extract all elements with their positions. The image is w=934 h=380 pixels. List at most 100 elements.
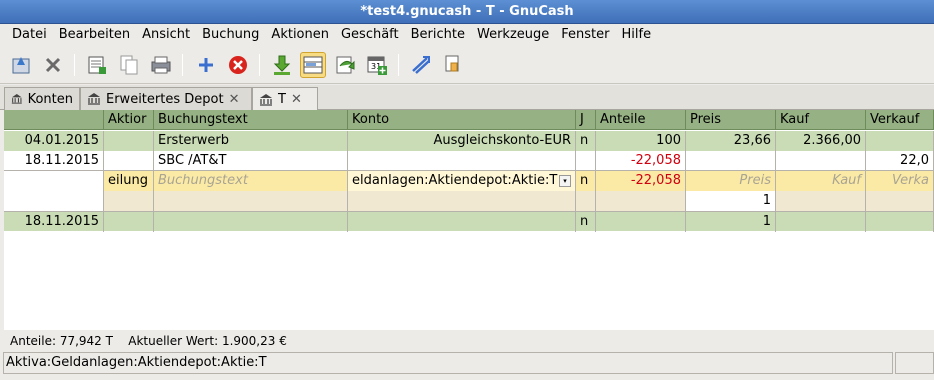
cell-shares[interactable]: -22,058 [596, 151, 686, 171]
save-icon[interactable] [8, 52, 34, 78]
cell-reconciled[interactable]: n [576, 131, 596, 151]
value-label: Aktueller Wert: [128, 334, 219, 348]
duplicate-icon[interactable] [84, 52, 110, 78]
cell-reconciled[interactable]: n [576, 171, 596, 191]
cell-action[interactable] [104, 151, 154, 171]
menu-geschaeft[interactable]: Geschäft [335, 24, 405, 46]
tab-t-label: T [278, 92, 286, 107]
register-header: Aktior Buchungstext Konto J Anteile Prei… [4, 110, 934, 130]
shares-value: 77,942 T [59, 334, 113, 348]
tab-erweitertes-depot[interactable]: Erweitertes Depot ✕ [80, 87, 252, 110]
tab-konten-label: Konten [27, 91, 73, 107]
bank-icon [11, 94, 22, 104]
combo-dropdown-icon[interactable]: ▾ [559, 175, 571, 187]
reconcile-icon[interactable] [408, 52, 434, 78]
summary-bar: Anteile: 77,942 T Aktueller Wert: 1.900,… [10, 334, 287, 348]
table-row[interactable]: 04.01.2015 Ersterwerb Ausgleichskonto-EU… [4, 131, 934, 151]
cell-account[interactable]: Ausgleichskonto-EUR [348, 131, 576, 151]
print-icon[interactable] [148, 52, 174, 78]
cell-shares[interactable] [596, 212, 686, 232]
cell-shares[interactable]: -22,058 [596, 171, 686, 191]
enter-icon[interactable] [269, 52, 295, 78]
close-tab-icon[interactable]: ✕ [291, 92, 302, 107]
cell-price[interactable]: 23,66 [686, 131, 776, 151]
menu-werkzeuge[interactable]: Werkzeuge [471, 24, 555, 46]
cell-action[interactable] [104, 212, 154, 232]
header-reconciled: J [576, 110, 596, 130]
cell-date[interactable] [4, 191, 104, 211]
menu-berichte[interactable]: Berichte [405, 24, 471, 46]
table-row-active[interactable]: eilung Buchungstext eldanlagen:Aktiendep… [4, 171, 934, 191]
cell-action[interactable] [104, 191, 154, 211]
menu-buchung[interactable]: Buchung [196, 24, 265, 46]
cell-date[interactable]: 04.01.2015 [4, 131, 104, 151]
account-combo-text[interactable]: eldanlagen:Aktiendepot:Aktie:T [352, 173, 557, 188]
schedule-icon[interactable]: 31 [364, 52, 390, 78]
cell-description[interactable]: Buchungstext [154, 171, 348, 191]
cell-buy[interactable] [776, 151, 866, 171]
menu-hilfe[interactable]: Hilfe [616, 24, 658, 46]
statusbar: Aktiva:Geldanlagen:Aktiendepot:Aktie:T [0, 351, 934, 375]
add-icon[interactable] [193, 52, 219, 78]
cell-shares[interactable] [596, 191, 686, 211]
cell-date[interactable]: 18.11.2015 [4, 151, 104, 171]
copy-icon[interactable] [116, 52, 142, 78]
status-text: Aktiva:Geldanlagen:Aktiendepot:Aktie:T [3, 352, 893, 374]
cell-price[interactable] [686, 151, 776, 171]
tab-konten[interactable]: Konten [4, 87, 80, 110]
cell-description[interactable]: Ersterwerb [154, 131, 348, 151]
cell-date[interactable] [4, 171, 104, 191]
account-combo[interactable]: eldanlagen:Aktiendepot:Aktie:T ▾ [348, 171, 576, 191]
split-icon[interactable] [300, 52, 326, 78]
table-row[interactable]: 18.11.2015 SBC /AT&T -22,058 22,0 [4, 151, 934, 171]
value-value: 1.900,23 € [221, 334, 287, 348]
cell-price[interactable]: Preis [686, 171, 776, 191]
cell-account[interactable] [348, 191, 576, 211]
menu-aktionen[interactable]: Aktionen [265, 24, 335, 46]
table-row[interactable]: 18.11.2015 n 1 [4, 211, 934, 232]
cell-buy[interactable]: Kauf [776, 171, 866, 191]
toolbar: 31 [0, 46, 934, 84]
cell-shares[interactable]: 100 [596, 131, 686, 151]
cell-sell[interactable] [866, 191, 934, 211]
cell-reconciled[interactable] [576, 151, 596, 171]
jump-icon[interactable] [332, 52, 358, 78]
cell-buy[interactable] [776, 191, 866, 211]
table-row[interactable]: 1 [4, 191, 934, 211]
cell-description[interactable]: SBC /AT&T [154, 151, 348, 171]
tab-erweitertes-depot-label: Erweitertes Depot [106, 91, 224, 107]
menu-bearbeiten[interactable]: Bearbeiten [53, 24, 136, 46]
cell-price[interactable]: 1 [686, 212, 776, 232]
cell-buy[interactable]: 2.366,00 [776, 131, 866, 151]
header-description: Buchungstext [154, 110, 348, 130]
cell-sell[interactable] [866, 131, 934, 151]
cell-price[interactable]: 1 [686, 191, 776, 211]
resize-grip[interactable] [895, 352, 934, 374]
cell-sell[interactable]: Verka [866, 171, 934, 191]
close-tab-icon[interactable]: ✕ [229, 92, 240, 107]
delete-icon[interactable] [225, 52, 251, 78]
cell-sell[interactable]: 22,0 [866, 151, 934, 171]
header-date [4, 110, 104, 130]
cell-reconciled[interactable]: n [576, 212, 596, 232]
close-icon[interactable] [40, 52, 66, 78]
header-price: Preis [686, 110, 776, 130]
header-action: Aktior [104, 110, 154, 130]
cell-action[interactable]: eilung [104, 171, 154, 191]
cell-account[interactable] [348, 212, 576, 232]
cell-description[interactable] [154, 212, 348, 232]
tab-t[interactable]: T ✕ [252, 87, 318, 111]
cell-buy[interactable] [776, 212, 866, 232]
cell-sell[interactable] [866, 212, 934, 232]
cell-action[interactable] [104, 131, 154, 151]
menu-datei[interactable]: Datei [6, 24, 53, 46]
menu-ansicht[interactable]: Ansicht [136, 24, 196, 46]
cell-description[interactable] [154, 191, 348, 211]
cell-reconciled[interactable] [576, 191, 596, 211]
cell-date[interactable]: 18.11.2015 [4, 212, 104, 232]
bank-icon [88, 93, 100, 105]
bank-icon [260, 93, 272, 106]
transfer-icon[interactable] [440, 52, 466, 78]
cell-account[interactable] [348, 151, 576, 171]
menu-fenster[interactable]: Fenster [555, 24, 615, 46]
